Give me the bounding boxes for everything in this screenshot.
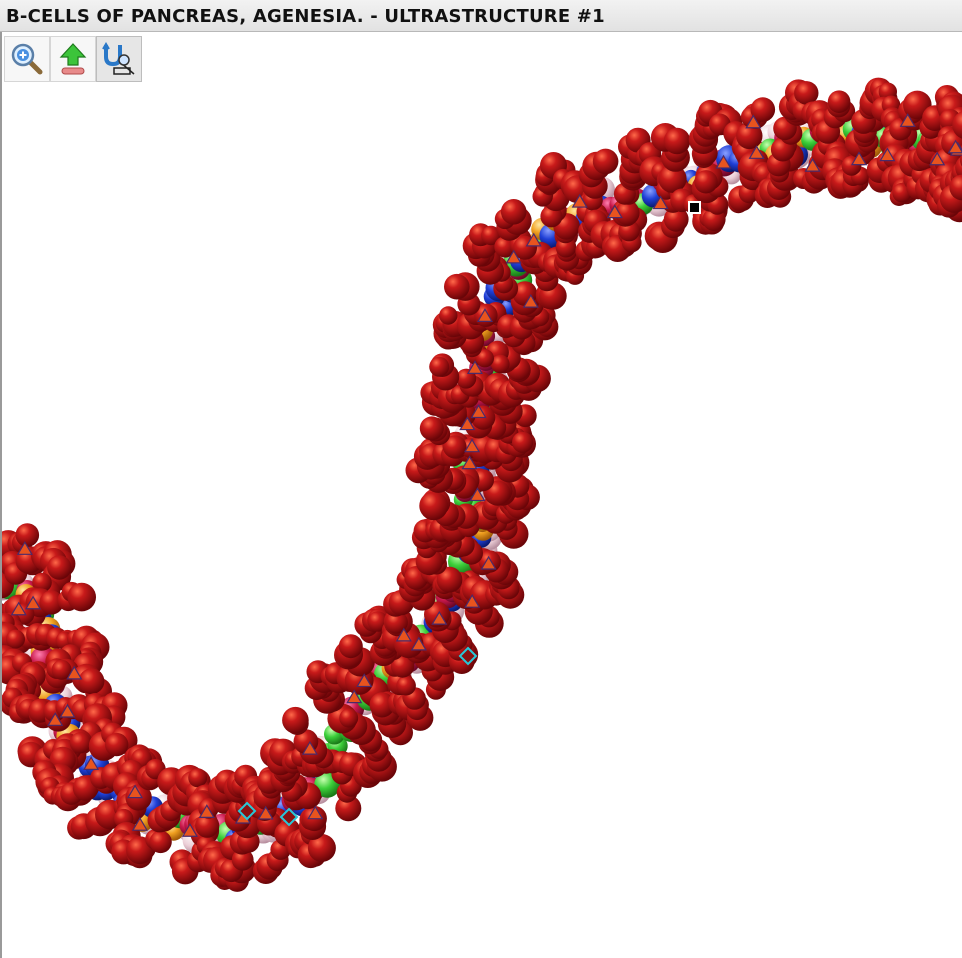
atom-sphere: [338, 634, 363, 659]
window-title: B-CELLS OF PANCREAS, AGENESIA. - ULTRAST…: [6, 6, 605, 27]
atom-sphere: [67, 582, 96, 612]
dna-helix[interactable]: [2, 77, 962, 892]
atom-sphere: [419, 416, 444, 441]
atom-sphere: [500, 199, 527, 225]
atom-sphere: [439, 306, 458, 325]
green-up-arrow-icon: [59, 43, 87, 75]
atom-sphere: [47, 555, 72, 580]
atom-sphere: [78, 668, 105, 695]
atom-sphere: [444, 273, 470, 300]
zoom-in-button[interactable]: [4, 36, 50, 82]
atom-sphere: [694, 170, 718, 194]
viewer-toolbar: [4, 36, 142, 82]
atom-sphere: [339, 708, 359, 728]
atom-sphere: [419, 491, 449, 521]
atom-sphere: [149, 830, 172, 854]
upload-button[interactable]: [50, 36, 96, 82]
atom-sphere: [6, 629, 25, 649]
atom-sphere: [15, 523, 40, 547]
atom-sphere: [511, 431, 534, 453]
atom-sphere: [105, 732, 129, 757]
atom-sphere: [69, 732, 92, 754]
dna-model-canvas[interactable]: [2, 32, 962, 958]
atom-sphere: [663, 127, 691, 155]
atom-sphere: [827, 90, 851, 113]
atom-sphere: [429, 356, 450, 377]
atom-sphere: [188, 768, 208, 788]
title-bar: B-CELLS OF PANCREAS, AGENESIA. - ULTRAST…: [0, 0, 962, 32]
u-magnifier-icon: [102, 42, 135, 75]
view-toggle-button[interactable]: [96, 36, 142, 82]
atom-sphere: [396, 675, 416, 696]
atom-sphere: [592, 148, 619, 175]
molecule-viewport[interactable]: [0, 32, 962, 958]
square-marker-icon[interactable]: [688, 201, 701, 214]
magnifier-plus-icon: [11, 43, 43, 75]
atom-sphere: [282, 706, 309, 734]
